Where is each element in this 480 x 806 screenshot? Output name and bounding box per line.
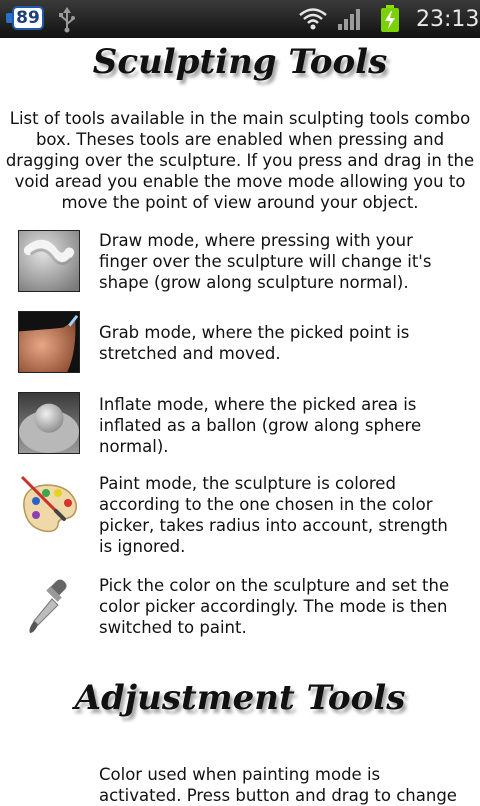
tool-description: Paint mode, the sculpture is colored acc… <box>99 474 448 556</box>
tool-description: Inflate mode, where the picked area is i… <box>99 395 422 456</box>
page-title: Sculpting Tools <box>92 42 388 82</box>
grab-mode-icon <box>18 311 80 373</box>
paint-palette-icon <box>20 475 77 533</box>
tool-description: Pick the color on the sculpture and set … <box>99 576 450 637</box>
battery-charging-icon <box>381 5 399 32</box>
usb-icon <box>59 7 75 33</box>
notification-badge[interactable]: 89 <box>12 6 44 30</box>
color-picker-dropper-icon <box>29 579 67 633</box>
section-title: Adjustment Tools <box>74 678 406 718</box>
wifi-icon <box>299 8 327 30</box>
tool-description: Grab mode, where the picked point is str… <box>99 323 410 363</box>
status-clock: 23:13 <box>416 7 480 32</box>
inflate-mode-icon <box>18 392 80 454</box>
status-bar: 89 23:13 <box>0 0 480 38</box>
signal-icon <box>338 9 360 30</box>
draw-mode-icon <box>18 230 80 292</box>
intro-paragraph: List of tools available in the main scul… <box>5 109 475 212</box>
tool-description: Draw mode, where pressing with your fing… <box>99 231 432 292</box>
